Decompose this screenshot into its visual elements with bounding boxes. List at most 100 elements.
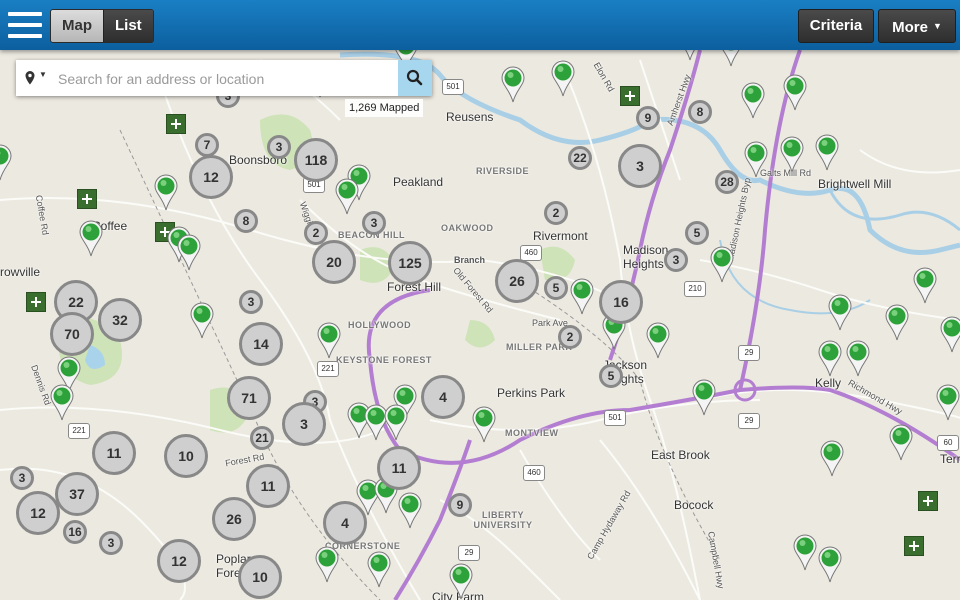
listing-pin-icon[interactable] [814, 134, 840, 172]
listing-pin-icon[interactable] [709, 246, 735, 284]
map-view-button[interactable]: Map [51, 10, 103, 42]
road-shield: 221 [68, 423, 90, 439]
listing-pin-icon[interactable] [912, 267, 938, 305]
cluster-marker[interactable]: 4 [421, 375, 465, 419]
caret-down-icon: ▼ [39, 70, 47, 79]
cluster-marker[interactable]: 2 [558, 325, 582, 349]
listing-pin-icon[interactable] [779, 136, 805, 174]
cluster-marker[interactable]: 7 [195, 133, 219, 157]
cluster-marker[interactable]: 11 [246, 464, 290, 508]
listing-pin-icon[interactable] [189, 302, 215, 340]
criteria-label: Criteria [809, 17, 863, 34]
listing-pin-icon[interactable] [935, 384, 960, 422]
plus-marker[interactable] [26, 292, 46, 312]
cluster-marker[interactable]: 3 [267, 135, 291, 159]
cluster-marker[interactable]: 11 [377, 446, 421, 490]
cluster-marker[interactable]: 14 [239, 322, 283, 366]
cluster-marker[interactable]: 12 [189, 155, 233, 199]
listing-pin-icon[interactable] [645, 322, 671, 360]
listing-pin-icon[interactable] [471, 406, 497, 444]
cluster-marker[interactable]: 5 [685, 221, 709, 245]
cluster-marker[interactable]: 3 [618, 144, 662, 188]
listing-pin-icon[interactable] [569, 278, 595, 316]
cluster-marker[interactable]: 9 [636, 106, 660, 130]
cluster-marker[interactable]: 37 [55, 472, 99, 516]
cluster-marker[interactable]: 125 [388, 241, 432, 285]
cluster-marker[interactable]: 20 [312, 240, 356, 284]
road-shield: 501 [442, 79, 464, 95]
listing-pin-icon[interactable] [334, 178, 360, 216]
cluster-marker[interactable]: 11 [92, 431, 136, 475]
listing-pin-icon[interactable] [827, 294, 853, 332]
listing-pin-icon[interactable] [743, 141, 769, 179]
listing-pin-icon[interactable] [740, 82, 766, 120]
listing-pin-icon[interactable] [884, 304, 910, 342]
listing-pin-icon[interactable] [550, 60, 576, 98]
cluster-marker[interactable]: 10 [238, 555, 282, 599]
cluster-marker[interactable]: 8 [688, 100, 712, 124]
place-label: East Brook [651, 448, 710, 462]
cluster-marker[interactable]: 3 [99, 531, 123, 555]
listing-pin-icon[interactable] [314, 546, 340, 584]
listing-pin-icon[interactable] [939, 316, 960, 354]
location-type-dropdown[interactable]: ▼ [24, 70, 54, 88]
cluster-marker[interactable]: 2 [544, 201, 568, 225]
listing-pin-icon[interactable] [888, 424, 914, 462]
listing-pin-icon[interactable] [316, 322, 342, 360]
listing-pin-icon[interactable] [691, 379, 717, 417]
cluster-marker[interactable]: 10 [164, 434, 208, 478]
listing-pin-icon[interactable] [448, 563, 474, 600]
cluster-marker[interactable]: 16 [63, 520, 87, 544]
listing-pin-icon[interactable] [176, 234, 202, 272]
cluster-marker[interactable]: 8 [234, 209, 258, 233]
cluster-marker[interactable]: 26 [495, 259, 539, 303]
listing-pin-icon[interactable] [49, 384, 75, 422]
listing-pin-icon[interactable] [0, 144, 13, 182]
cluster-marker[interactable]: 70 [50, 312, 94, 356]
cluster-marker[interactable]: 3 [362, 211, 386, 235]
listing-pin-icon[interactable] [78, 220, 104, 258]
plus-marker[interactable] [620, 86, 640, 106]
listing-pin-icon[interactable] [819, 440, 845, 478]
cluster-marker[interactable]: 3 [239, 290, 263, 314]
cluster-marker[interactable]: 3 [664, 248, 688, 272]
hamburger-menu-icon[interactable] [8, 12, 42, 38]
cluster-marker[interactable]: 21 [250, 426, 274, 450]
cluster-marker[interactable]: 118 [294, 138, 338, 182]
listing-pin-icon[interactable] [817, 546, 843, 584]
cluster-marker[interactable]: 28 [715, 170, 739, 194]
cluster-marker[interactable]: 32 [98, 298, 142, 342]
caret-down-icon: ▼ [932, 21, 942, 31]
cluster-marker[interactable]: 12 [16, 491, 60, 535]
plus-marker[interactable] [918, 491, 938, 511]
criteria-button[interactable]: Criteria [798, 9, 874, 43]
cluster-marker[interactable]: 26 [212, 497, 256, 541]
cluster-marker[interactable]: 3 [282, 402, 326, 446]
cluster-marker[interactable]: 71 [227, 376, 271, 420]
plus-marker[interactable] [166, 114, 186, 134]
listing-pin-icon[interactable] [153, 174, 179, 212]
listing-pin-icon[interactable] [366, 551, 392, 589]
cluster-marker[interactable]: 9 [448, 493, 472, 517]
listing-pin-icon[interactable] [397, 492, 423, 530]
cluster-marker[interactable]: 16 [599, 280, 643, 324]
listing-pin-icon[interactable] [792, 534, 818, 572]
listing-pin-icon[interactable] [383, 404, 409, 442]
cluster-marker[interactable]: 4 [323, 501, 367, 545]
listing-pin-icon[interactable] [500, 66, 526, 104]
more-button[interactable]: More ▼ [878, 9, 956, 43]
cluster-marker[interactable]: 3 [10, 466, 34, 490]
plus-marker[interactable] [77, 189, 97, 209]
cluster-marker[interactable]: 5 [599, 364, 623, 388]
listing-pin-icon[interactable] [817, 340, 843, 378]
cluster-marker[interactable]: 22 [568, 146, 592, 170]
listing-pin-icon[interactable] [845, 340, 871, 378]
cluster-marker[interactable]: 5 [544, 276, 568, 300]
cluster-marker[interactable]: 12 [157, 539, 201, 583]
plus-marker[interactable] [904, 536, 924, 556]
search-button[interactable] [398, 60, 432, 96]
map-app: Reusens Boonsboro Peakland Coffee RIVERS… [0, 0, 960, 600]
list-view-button[interactable]: List [103, 10, 153, 42]
search-input[interactable] [56, 66, 405, 92]
listing-pin-icon[interactable] [782, 74, 808, 112]
